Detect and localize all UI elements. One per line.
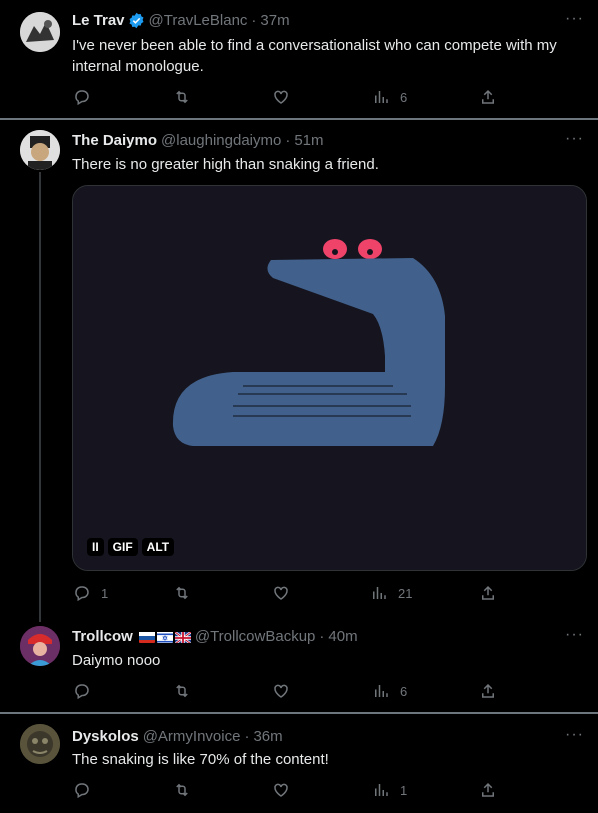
avatar[interactable] — [20, 130, 60, 170]
retweet-button[interactable] — [173, 584, 191, 602]
share-button[interactable] — [479, 88, 497, 106]
separator-dot: · — [244, 728, 250, 745]
pause-icon[interactable]: II — [87, 538, 104, 556]
tweet-3[interactable]: Trollcow @TrollcowBackup · 40m ··· Daiym… — [0, 616, 598, 712]
share-icon — [482, 585, 494, 600]
separator-dot: · — [319, 628, 325, 645]
separator-dot: · — [285, 132, 291, 149]
retweet-icon — [176, 586, 188, 600]
tweet-text: There is no greater high than snaking a … — [72, 156, 379, 173]
tweet-1[interactable]: Le Trav @TravLeBlanc · 37m ··· I've neve… — [0, 0, 598, 118]
share-icon — [482, 89, 494, 104]
uk-flag-icon — [174, 630, 191, 643]
heart-icon — [274, 586, 288, 600]
views-button[interactable]: 1 — [372, 781, 407, 799]
reply-button[interactable]: 1 — [73, 584, 108, 602]
retweet-button[interactable] — [173, 88, 191, 106]
like-button[interactable] — [272, 682, 290, 700]
retweet-button[interactable] — [173, 781, 191, 799]
like-button[interactable] — [272, 781, 290, 799]
more-options-icon[interactable]: ··· — [565, 130, 584, 148]
timestamp[interactable]: 40m — [328, 628, 357, 645]
russia-flag-icon — [138, 631, 155, 643]
gif-media[interactable]: II GIF ALT — [72, 185, 587, 571]
views-count: 6 — [400, 89, 408, 105]
reply-button[interactable] — [73, 88, 91, 106]
retweet-icon — [176, 783, 188, 797]
action-bar: 6 — [72, 88, 502, 108]
tweet-header: The Daiymo @laughingdaiymo · 51m — [72, 132, 324, 149]
more-options-icon[interactable]: ··· — [565, 726, 584, 744]
timestamp[interactable]: 37m — [260, 12, 289, 29]
avatar[interactable] — [20, 724, 60, 764]
views-count: 1 — [400, 782, 408, 798]
handle[interactable]: @ArmyInvoice — [143, 728, 241, 745]
reply-icon — [75, 684, 89, 700]
tweet-text: Daiymo nooo — [72, 652, 161, 669]
action-bar: 6 — [72, 682, 502, 702]
handle[interactable]: @TravLeBlanc — [149, 12, 248, 29]
more-options-icon[interactable]: ··· — [565, 626, 584, 644]
retweet-button[interactable] — [173, 682, 191, 700]
heart-icon — [274, 684, 288, 698]
share-button[interactable] — [479, 682, 497, 700]
views-icon — [375, 685, 388, 697]
separator-dot: · — [251, 12, 257, 29]
share-icon — [482, 782, 494, 797]
retweet-icon — [176, 90, 188, 104]
handle[interactable]: @laughingdaiymo — [161, 132, 281, 149]
tweet-header: Le Trav @TravLeBlanc · 37m — [72, 12, 290, 29]
israel-flag-icon — [156, 631, 173, 643]
tweet-text: I've never been able to find a conversat… — [72, 37, 557, 75]
views-button[interactable]: 6 — [372, 88, 407, 106]
like-button[interactable] — [272, 584, 290, 602]
alt-badge[interactable]: ALT — [141, 538, 175, 556]
heart-icon — [274, 90, 288, 104]
display-name[interactable]: The Daiymo — [72, 132, 157, 149]
tweet-4[interactable]: Dyskolos @ArmyInvoice · 36m ··· The snak… — [0, 714, 598, 813]
tweet-text: The snaking is like 70% of the content! — [72, 751, 329, 768]
action-bar: 1 21 — [72, 584, 502, 604]
views-button[interactable]: 6 — [372, 682, 407, 700]
reply-icon — [75, 586, 89, 602]
avatar[interactable] — [20, 12, 60, 52]
reply-button[interactable] — [73, 682, 91, 700]
display-name[interactable]: Le Trav — [72, 12, 125, 29]
reply-icon — [75, 783, 89, 799]
display-name[interactable]: Dyskolos — [72, 728, 139, 745]
views-icon — [373, 587, 386, 599]
reply-icon — [75, 90, 89, 106]
more-options-icon[interactable]: ··· — [565, 10, 584, 28]
avatar[interactable] — [20, 626, 60, 666]
tweet-header: Dyskolos @ArmyInvoice · 36m — [72, 728, 283, 745]
action-bar: 1 — [72, 781, 502, 801]
heart-icon — [274, 783, 288, 797]
views-count: 21 — [398, 585, 413, 601]
views-count: 6 — [400, 683, 408, 699]
handle[interactable]: @TrollcowBackup — [195, 628, 316, 645]
timestamp[interactable]: 36m — [253, 728, 282, 745]
views-icon — [375, 784, 388, 796]
reply-count: 1 — [101, 585, 109, 601]
views-icon — [375, 91, 388, 103]
views-button[interactable]: 21 — [370, 584, 412, 602]
timestamp[interactable]: 51m — [294, 132, 323, 149]
gif-badge: GIF — [107, 538, 138, 556]
tweet-header: Trollcow @TrollcowBackup · 40m — [72, 628, 358, 645]
share-button[interactable] — [479, 781, 497, 799]
share-button[interactable] — [479, 584, 497, 602]
like-button[interactable] — [272, 88, 290, 106]
media-badges: II GIF ALT — [87, 538, 175, 556]
display-name[interactable]: Trollcow — [72, 628, 133, 645]
snake-illustration — [73, 186, 586, 570]
retweet-icon — [176, 684, 188, 698]
reply-button[interactable] — [73, 781, 91, 799]
verified-badge-icon — [128, 12, 145, 29]
share-icon — [482, 683, 494, 698]
